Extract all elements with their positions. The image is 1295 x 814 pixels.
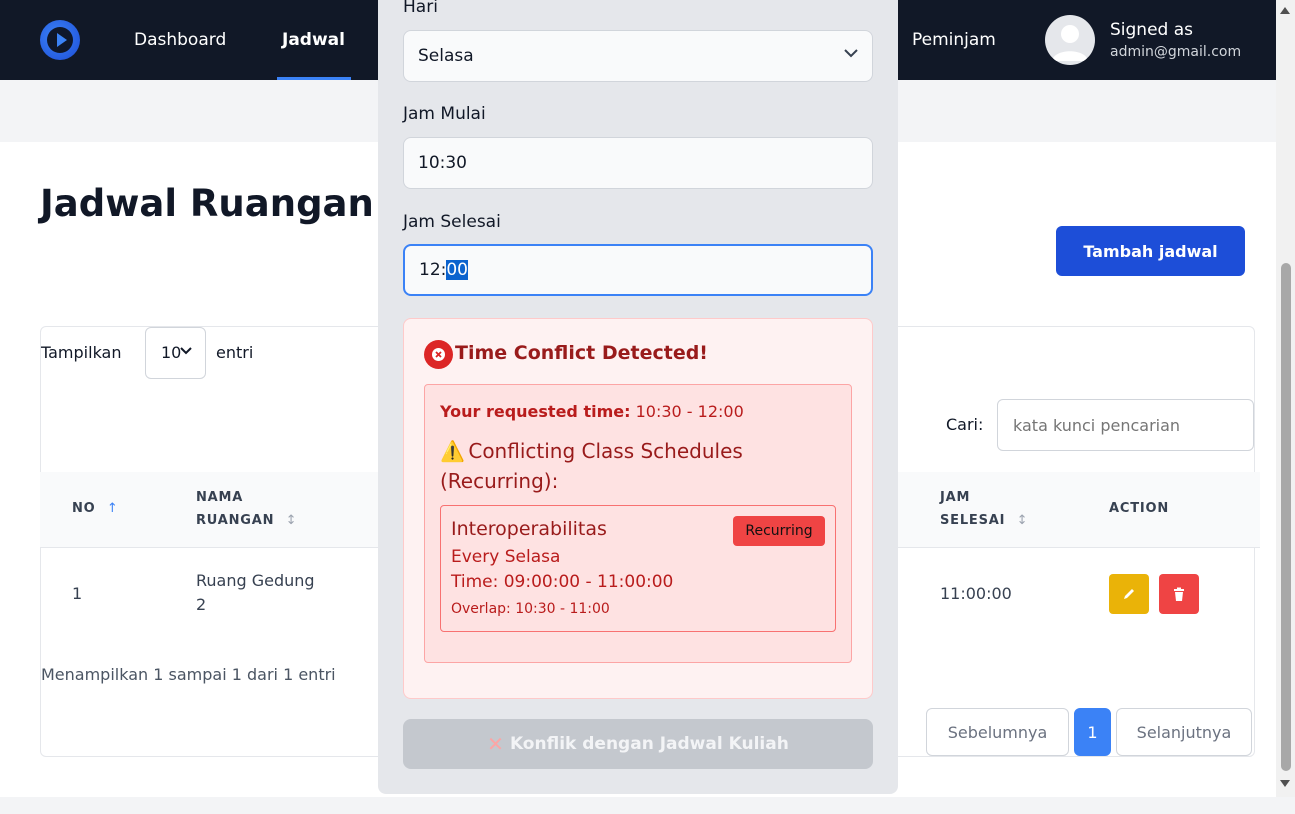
app-logo-icon[interactable]: [40, 20, 80, 60]
error-circle-icon: [424, 340, 453, 369]
hari-select[interactable]: Selasa: [403, 30, 873, 82]
nav-active-indicator: [277, 77, 351, 80]
pagination-prev[interactable]: Sebelumnya: [926, 708, 1069, 756]
cross-icon: ✕: [487, 732, 504, 756]
recurring-badge: Recurring: [733, 516, 825, 546]
requested-time: Your requested time: 10:30 - 12:00: [440, 402, 744, 421]
scroll-up-arrow-icon[interactable]: [1280, 7, 1290, 14]
sort-asc-icon: ↑: [106, 501, 119, 516]
nav-link-peminjam[interactable]: Peminjam: [912, 30, 996, 50]
pagination-next[interactable]: Selanjutnya: [1116, 708, 1252, 756]
jam-selesai-input[interactable]: 12: 00: [403, 244, 873, 296]
conflict-heading: ⚠️ Conflicting Class Schedules (Recurrin…: [440, 436, 840, 496]
sort-icon: ↕: [1016, 513, 1029, 528]
entries-suffix-label: entri: [216, 343, 254, 362]
edit-button[interactable]: [1109, 574, 1149, 614]
chevron-down-icon: [844, 49, 858, 58]
jam-mulai-label: Jam Mulai: [403, 104, 486, 124]
entries-select[interactable]: 10: [145, 327, 206, 379]
pencil-icon: [1124, 589, 1134, 599]
selected-minutes: 00: [446, 260, 468, 280]
user-icon: [1052, 25, 1088, 61]
table-info: Menampilkan 1 sampai 1 dari 1 entri: [41, 665, 336, 684]
schedule-time: Time: 09:00:00 - 11:00:00: [451, 572, 674, 592]
th-action: ACTION: [1109, 501, 1170, 516]
schedule-overlap: Overlap: 10:30 - 11:00: [451, 601, 610, 617]
conflict-title: Time Conflict Detected!: [455, 342, 708, 364]
warning-icon: ⚠️: [440, 439, 465, 463]
hari-label: Hari: [403, 0, 438, 17]
schedule-name: Interoperabilitas: [451, 518, 607, 540]
search-input[interactable]: [997, 399, 1254, 451]
submit-button-disabled[interactable]: ✕ Konflik dengan Jadwal Kuliah: [403, 719, 873, 769]
th-jam-selesai[interactable]: JAM SELESAI ↕: [940, 486, 1028, 532]
th-no[interactable]: NO ↑: [72, 497, 119, 520]
nav-link-dashboard[interactable]: Dashboard: [134, 30, 226, 50]
signed-as-label: Signed as: [1110, 20, 1194, 40]
cell-no: 1: [72, 584, 83, 603]
schedule-day: Every Selasa: [451, 547, 561, 567]
avatar[interactable]: [1045, 15, 1095, 65]
show-entries-label: Tampilkan: [41, 343, 122, 362]
page-title: Jadwal Ruangan I: [40, 182, 401, 225]
chevron-down-icon: [180, 347, 192, 355]
entries-select-value: 10: [161, 343, 182, 362]
jam-mulai-input[interactable]: 10:30: [403, 137, 873, 189]
th-nama-ruangan[interactable]: NAMA RUANGAN ↕: [196, 486, 297, 532]
user-email: admin@gmail.com: [1110, 44, 1242, 60]
cell-ruangan: Ruang Gedung 2: [196, 571, 315, 614]
scrollbar-thumb[interactable]: [1281, 263, 1291, 771]
delete-button[interactable]: [1159, 574, 1199, 614]
trash-icon: [1174, 587, 1184, 601]
add-schedule-button[interactable]: Tambah jadwal: [1056, 226, 1245, 276]
sort-icon: ↕: [285, 513, 298, 528]
jam-selesai-label: Jam Selesai: [403, 212, 501, 232]
search-label: Cari:: [946, 415, 984, 434]
pagination-page-1[interactable]: 1: [1074, 708, 1111, 756]
cell-jam-selesai: 11:00:00: [940, 584, 1012, 603]
nav-link-jadwal[interactable]: Jadwal: [282, 30, 345, 50]
scroll-down-arrow-icon[interactable]: [1280, 780, 1290, 787]
hari-select-value: Selasa: [418, 46, 474, 66]
